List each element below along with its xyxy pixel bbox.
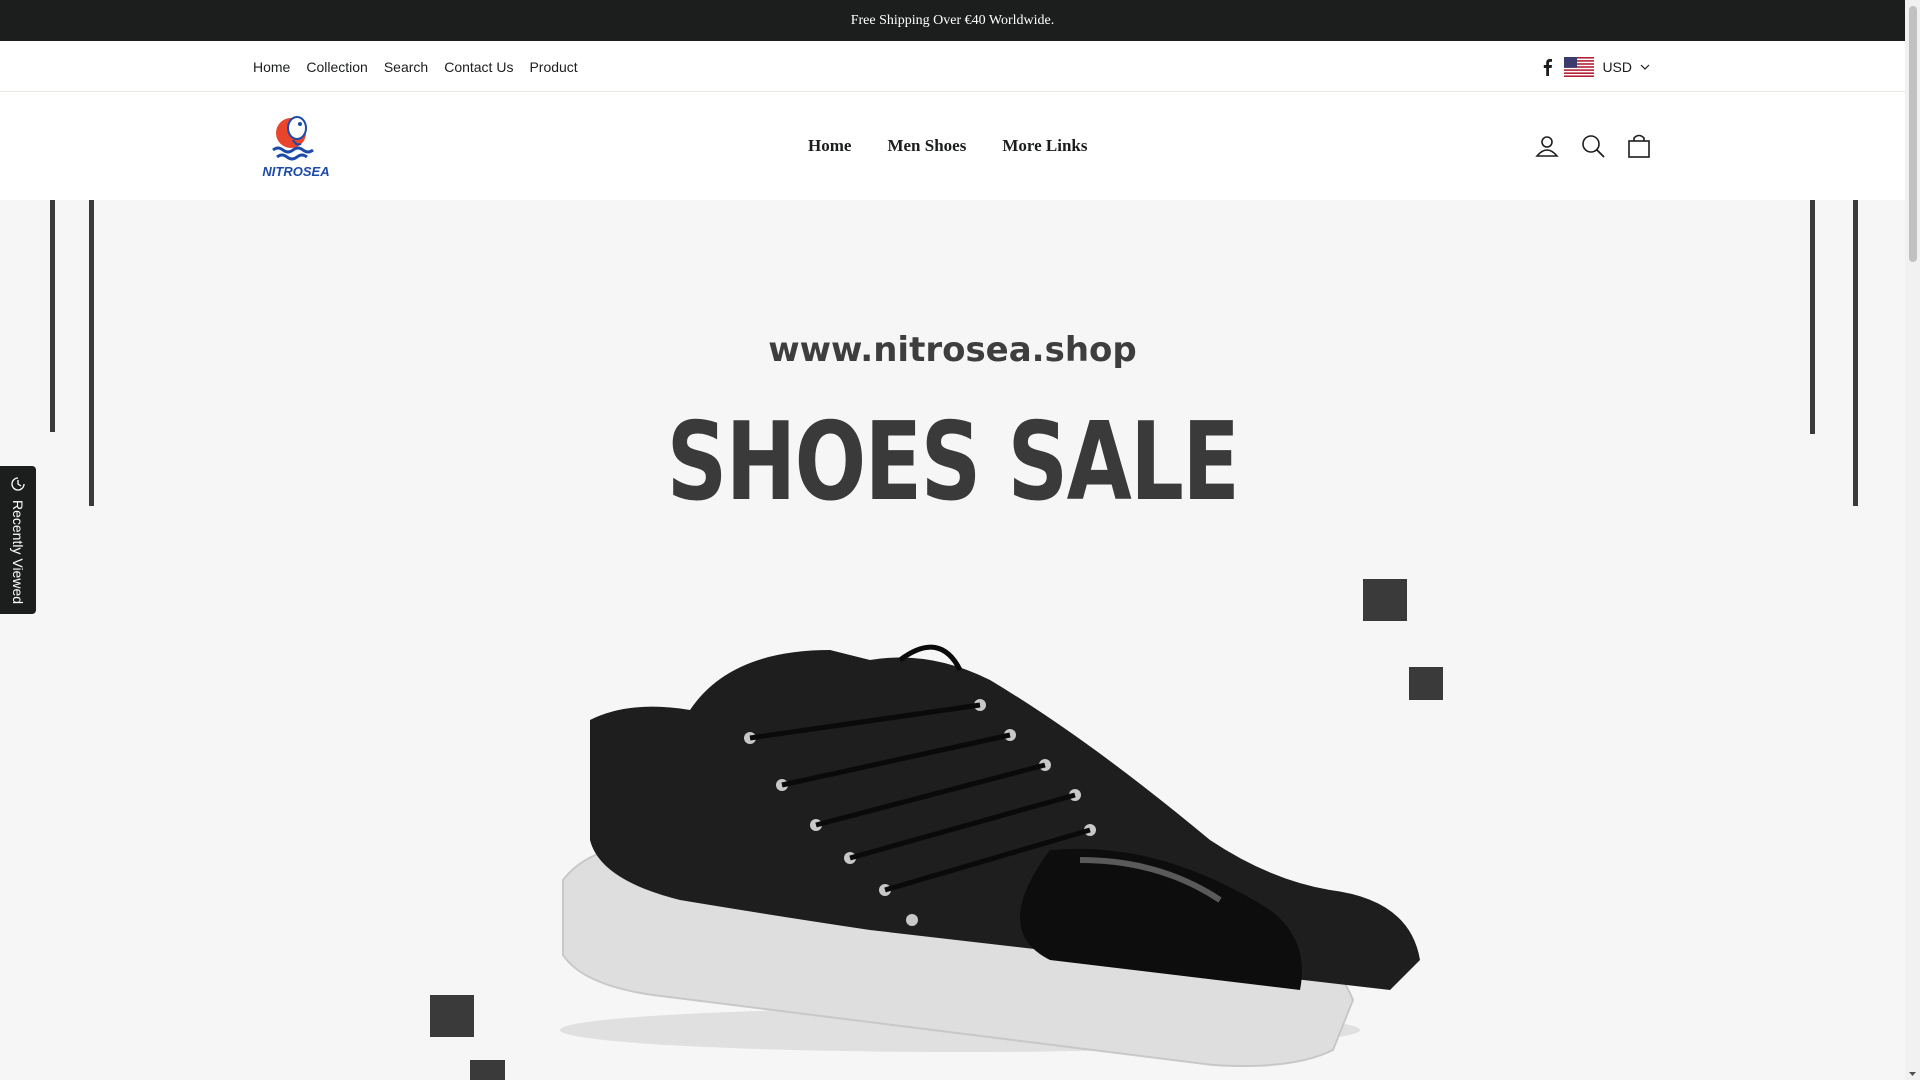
- sneaker-image: [560, 644, 1420, 1067]
- deco-line: [50, 200, 55, 432]
- toolbar-link-collection[interactable]: Collection: [306, 59, 367, 75]
- scroll-down-arrow-icon[interactable]: [1908, 1069, 1917, 1078]
- announcement-text: Free Shipping Over €40 Worldwide.: [850, 12, 1055, 28]
- top-toolbar: Home Collection Search Contact Us Produc…: [0, 41, 1905, 92]
- us-flag-icon: [1564, 56, 1595, 77]
- currency-code: USD: [1602, 58, 1632, 75]
- hero-domain-text: www.nitrosea.shop: [768, 330, 1137, 370]
- search-icon[interactable]: [1580, 133, 1606, 159]
- nav-home[interactable]: Home: [790, 136, 869, 156]
- deco-square: [1363, 579, 1407, 621]
- recently-viewed-tab[interactable]: Recently Viewed: [0, 466, 36, 614]
- deco-line: [1810, 200, 1815, 434]
- header-icons: [1534, 92, 1652, 200]
- toolbar-link-product[interactable]: Product: [529, 59, 577, 75]
- deco-square: [430, 995, 474, 1037]
- nav-more-links[interactable]: More Links: [984, 136, 1105, 156]
- account-icon[interactable]: [1534, 133, 1560, 159]
- toolbar-link-home[interactable]: Home: [253, 59, 290, 75]
- toolbar-link-search[interactable]: Search: [384, 59, 428, 75]
- hero-banner[interactable]: www.nitrosea.shop SHOES SALE: [0, 200, 1905, 1080]
- chevron-down-icon: [1640, 64, 1650, 70]
- toolbar-link-contact[interactable]: Contact Us: [444, 59, 513, 75]
- deco-square: [470, 1060, 505, 1080]
- scrollbar-thumb[interactable]: [1909, 6, 1917, 262]
- logo-text: NITROSEA: [262, 164, 329, 179]
- hero-title: SHOES SALE: [666, 400, 1240, 525]
- site-header: NITROSEA Home Men Shoes More Links: [0, 92, 1905, 200]
- deco-square: [1409, 667, 1443, 700]
- currency-selector[interactable]: USD: [1564, 56, 1650, 77]
- facebook-icon[interactable]: [1540, 57, 1554, 77]
- recently-viewed-label: Recently Viewed: [10, 500, 26, 605]
- recently-viewed-icon: [11, 477, 25, 491]
- cart-icon[interactable]: [1626, 133, 1652, 159]
- page-scrollbar[interactable]: [1905, 0, 1920, 1080]
- nitrosea-logo[interactable]: NITROSEA: [255, 106, 337, 188]
- announcement-bar: Free Shipping Over €40 Worldwide.: [0, 0, 1905, 41]
- toolbar-right: USD: [1540, 41, 1650, 92]
- nav-men-shoes[interactable]: Men Shoes: [869, 136, 984, 156]
- toolbar-nav: Home Collection Search Contact Us Produc…: [253, 41, 578, 92]
- main-nav: Home Men Shoes More Links: [790, 92, 1105, 200]
